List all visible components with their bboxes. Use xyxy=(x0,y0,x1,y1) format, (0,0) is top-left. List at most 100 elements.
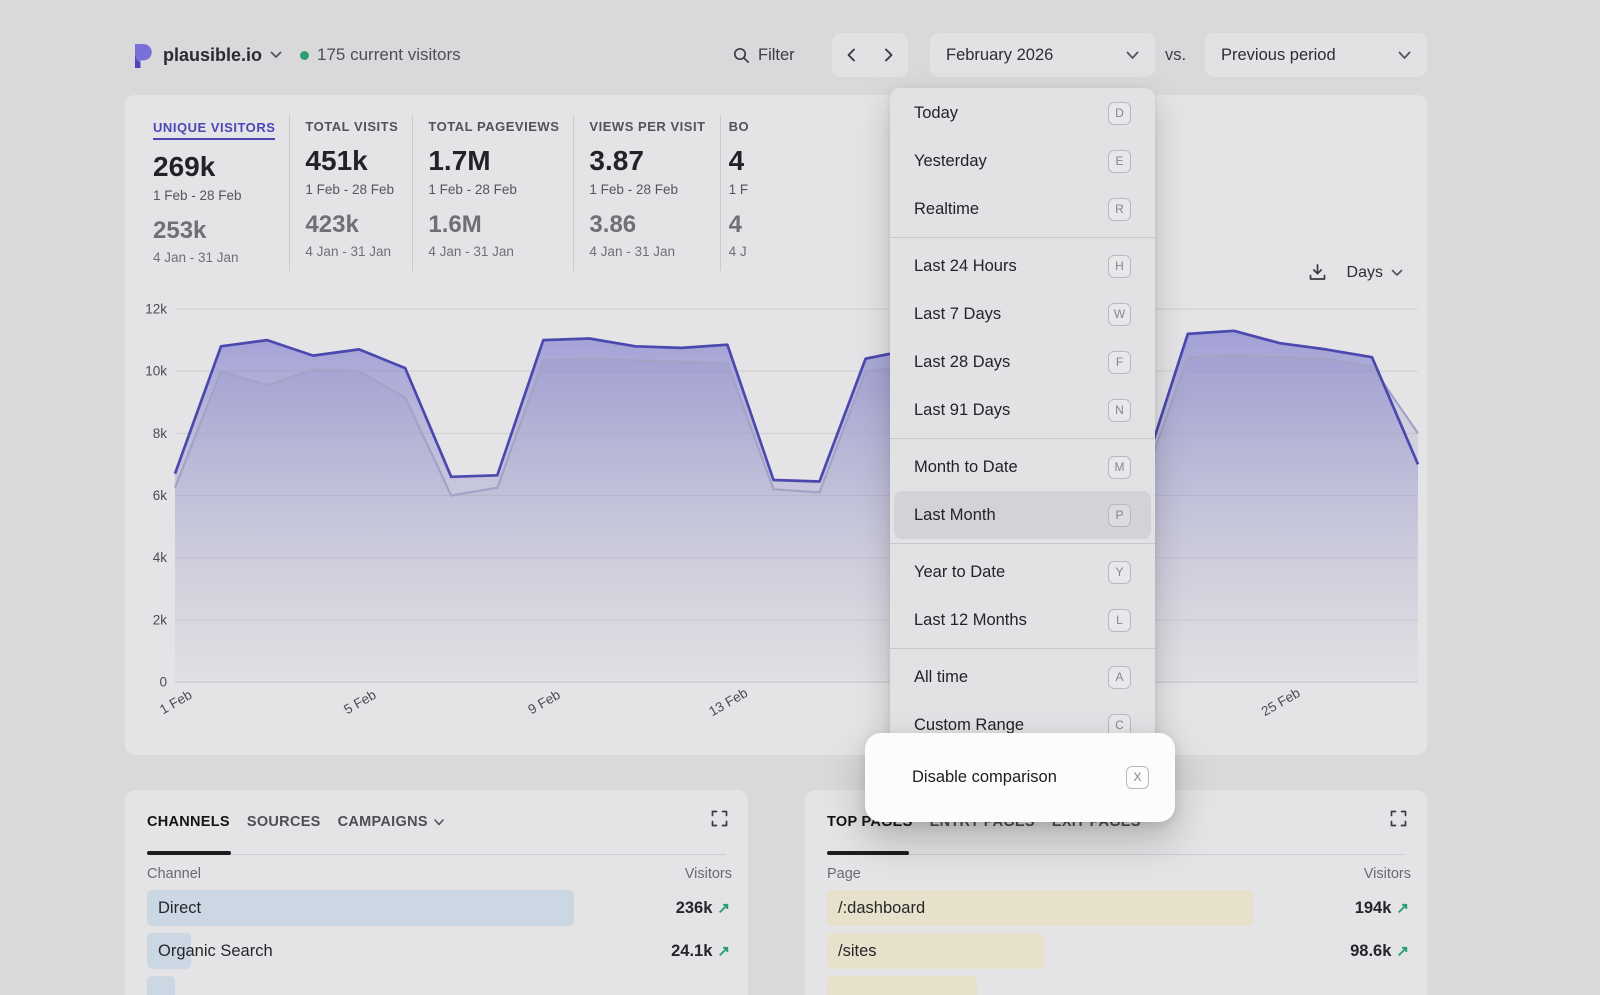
menu-divider xyxy=(890,648,1155,649)
channels-panel: CHANNELS SOURCES CAMPAIGNS Channel Visit… xyxy=(125,790,748,995)
channel-row-organic-search[interactable]: Organic Search 24.1k↗ xyxy=(147,933,732,969)
channel-row-direct[interactable]: Direct 236k↗ xyxy=(147,890,732,926)
menu-item-disable-comparison[interactable]: Disable comparisonX xyxy=(889,753,1157,801)
svg-text:8k: 8k xyxy=(153,426,168,441)
stat-views-per-visit[interactable]: VIEWS PER VISIT 3.87 1 Feb - 28 Feb 3.86… xyxy=(573,115,719,271)
svg-text:4k: 4k xyxy=(153,550,168,565)
svg-text:12k: 12k xyxy=(145,302,167,317)
comparison-label: Previous period xyxy=(1221,46,1336,65)
visitors-area-chart[interactable]: 12k10k8k6k4k2k01 Feb5 Feb9 Feb13 Feb17 F… xyxy=(139,301,1425,717)
shortcut-key: X xyxy=(1126,766,1149,789)
shortcut-key: A xyxy=(1108,666,1131,689)
site-name: plausible.io xyxy=(163,45,262,66)
channels-tabs: CHANNELS SOURCES CAMPAIGNS xyxy=(147,808,726,836)
shortcut-key: F xyxy=(1108,351,1131,374)
shortcut-key: H xyxy=(1108,255,1131,278)
date-range-menu: TodayD YesterdayE RealtimeR Last 24 Hour… xyxy=(890,88,1155,755)
column-header-channel: Channel xyxy=(147,866,201,882)
filter-label: Filter xyxy=(758,46,795,65)
disable-comparison-popup: Disable comparisonX xyxy=(865,733,1175,822)
period-nav xyxy=(832,33,908,77)
menu-item-last-28-days[interactable]: Last 28 DaysF xyxy=(894,338,1151,386)
trend-up-icon: ↗ xyxy=(717,899,730,917)
dashboard-main-card: UNIQUE VISITORS 269k 1 Feb - 28 Feb 253k… xyxy=(125,95,1427,755)
svg-text:13 Feb: 13 Feb xyxy=(706,685,750,717)
menu-item-last-month[interactable]: Last MonthP xyxy=(894,491,1151,539)
comparison-selector[interactable]: Previous period xyxy=(1205,33,1427,77)
column-header-visitors: Visitors xyxy=(685,866,732,882)
expand-icon[interactable] xyxy=(1390,810,1407,832)
chevron-down-icon xyxy=(1126,51,1139,60)
chevron-down-icon xyxy=(1391,269,1403,277)
svg-text:5 Feb: 5 Feb xyxy=(341,687,378,717)
menu-divider xyxy=(890,237,1155,238)
download-icon[interactable] xyxy=(1308,263,1327,282)
page-row-dashboard[interactable]: /:dashboard 194k↗ xyxy=(827,890,1411,926)
filter-button[interactable]: Filter xyxy=(733,33,795,77)
stat-total-pageviews[interactable]: TOTAL PAGEVIEWS 1.7M 1 Feb - 28 Feb 1.6M… xyxy=(412,115,573,271)
channel-row-partial xyxy=(147,976,732,995)
stat-bounce-rate-clipped[interactable]: BO 4 1 F 4 4 J xyxy=(720,115,764,271)
current-visitors-label: 175 current visitors xyxy=(317,45,461,65)
shortcut-key: W xyxy=(1108,303,1131,326)
chevron-right-icon[interactable] xyxy=(870,33,908,77)
menu-divider xyxy=(890,543,1155,544)
svg-text:10k: 10k xyxy=(145,364,167,379)
shortcut-key: P xyxy=(1108,504,1131,527)
vs-label: vs. xyxy=(1165,46,1186,65)
shortcut-key: Y xyxy=(1108,561,1131,584)
shortcut-key: L xyxy=(1108,609,1131,632)
column-header-visitors: Visitors xyxy=(1364,866,1411,882)
svg-text:9 Feb: 9 Feb xyxy=(525,687,562,717)
chevron-down-icon xyxy=(434,819,444,826)
trend-up-icon: ↗ xyxy=(1396,942,1409,960)
interval-label: Days xyxy=(1347,264,1383,282)
tab-campaigns[interactable]: CAMPAIGNS xyxy=(338,814,444,830)
svg-text:25 Feb: 25 Feb xyxy=(1259,685,1303,717)
page-row-sites[interactable]: /sites 98.6k↗ xyxy=(827,933,1411,969)
shortcut-key: D xyxy=(1108,102,1131,125)
live-dot-icon xyxy=(300,51,309,60)
menu-item-last-24-hours[interactable]: Last 24 HoursH xyxy=(894,242,1151,290)
chevron-down-icon xyxy=(270,51,282,59)
tab-channels[interactable]: CHANNELS xyxy=(147,814,230,830)
search-icon xyxy=(733,47,750,64)
svg-text:6k: 6k xyxy=(153,488,168,503)
menu-item-realtime[interactable]: RealtimeR xyxy=(894,185,1151,233)
expand-icon[interactable] xyxy=(711,810,728,832)
menu-item-today[interactable]: TodayD xyxy=(894,89,1151,137)
menu-item-year-to-date[interactable]: Year to DateY xyxy=(894,548,1151,596)
menu-item-month-to-date[interactable]: Month to DateM xyxy=(894,443,1151,491)
interval-selector[interactable]: Days xyxy=(1347,264,1403,282)
stat-total-visits[interactable]: TOTAL VISITS 451k 1 Feb - 28 Feb 423k 4 … xyxy=(289,115,412,271)
date-range-selector[interactable]: February 2026 xyxy=(930,33,1155,77)
svg-text:2k: 2k xyxy=(153,612,168,627)
shortcut-key: R xyxy=(1108,198,1131,221)
svg-text:1 Feb: 1 Feb xyxy=(157,687,194,717)
column-header-page: Page xyxy=(827,866,861,882)
chevron-left-icon[interactable] xyxy=(832,33,870,77)
shortcut-key: M xyxy=(1108,456,1131,479)
plausible-logo-icon xyxy=(130,42,155,69)
date-range-label: February 2026 xyxy=(946,46,1053,65)
shortcut-key: E xyxy=(1108,150,1131,173)
shortcut-key: N xyxy=(1108,399,1131,422)
active-tab-underline xyxy=(827,851,909,855)
chevron-down-icon xyxy=(1398,51,1411,60)
trend-up-icon: ↗ xyxy=(1396,899,1409,917)
site-switcher[interactable]: plausible.io xyxy=(130,33,282,77)
page-row-partial xyxy=(827,976,1411,995)
menu-item-last-91-days[interactable]: Last 91 DaysN xyxy=(894,386,1151,434)
svg-text:0: 0 xyxy=(159,675,167,690)
tab-sources[interactable]: SOURCES xyxy=(247,814,321,830)
menu-item-last-7-days[interactable]: Last 7 DaysW xyxy=(894,290,1151,338)
menu-divider xyxy=(890,438,1155,439)
top-stats: UNIQUE VISITORS 269k 1 Feb - 28 Feb 253k… xyxy=(153,115,763,271)
current-visitors[interactable]: 175 current visitors xyxy=(300,33,461,77)
menu-item-all-time[interactable]: All timeA xyxy=(894,653,1151,701)
menu-item-last-12-months[interactable]: Last 12 MonthsL xyxy=(894,596,1151,644)
menu-item-yesterday[interactable]: YesterdayE xyxy=(894,137,1151,185)
active-tab-underline xyxy=(147,851,231,855)
stat-unique-visitors[interactable]: UNIQUE VISITORS 269k 1 Feb - 28 Feb 253k… xyxy=(153,115,289,271)
trend-up-icon: ↗ xyxy=(717,942,730,960)
